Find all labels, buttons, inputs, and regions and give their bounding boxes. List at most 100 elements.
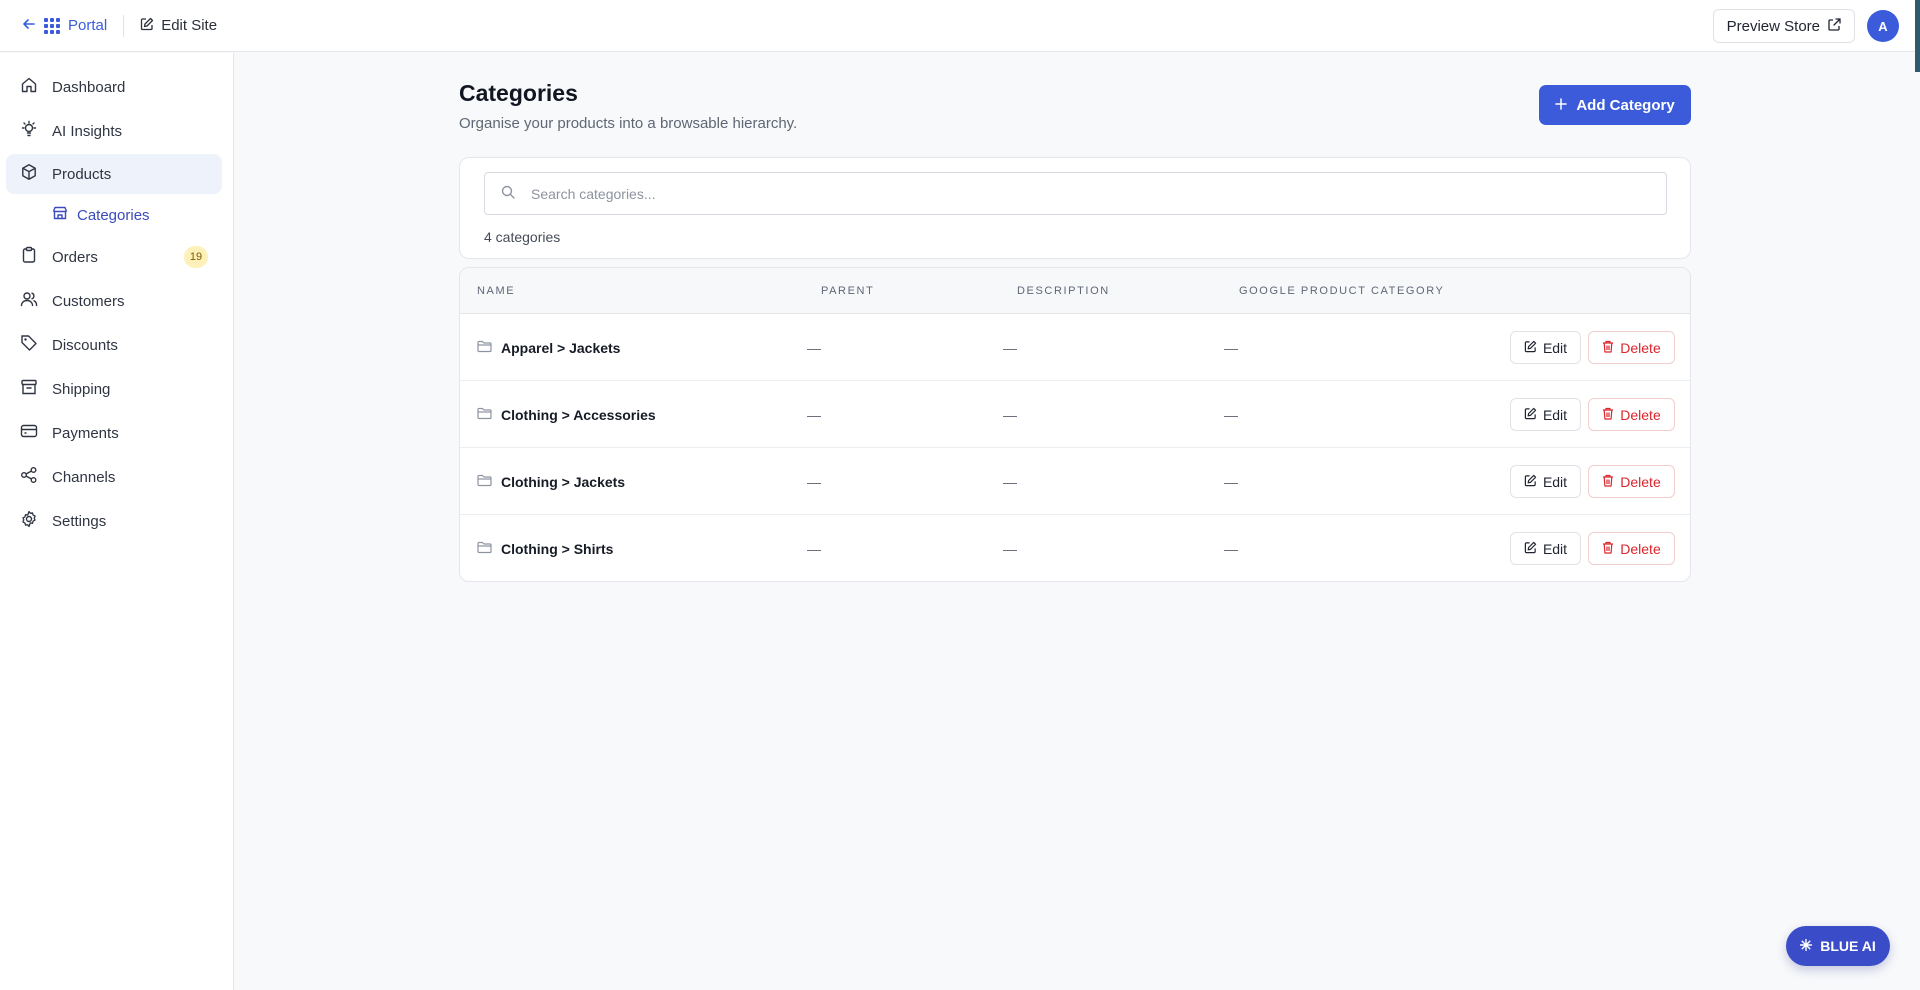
category-name: Clothing > Jackets <box>501 473 626 490</box>
google-category-cell: — <box>1224 473 1238 490</box>
apps-grid-icon <box>44 17 60 34</box>
column-header-google-category: Google Product Category <box>1239 285 1445 297</box>
google-category-cell: — <box>1224 339 1238 356</box>
folder-icon <box>477 407 492 423</box>
table-row: Clothing > Shirts — — — Edit Delete <box>460 515 1690 581</box>
folder-icon <box>477 340 492 356</box>
search-card: 4 categories <box>459 157 1691 259</box>
sidebar-item-dashboard[interactable]: Dashboard <box>6 67 222 107</box>
column-header-description: Description <box>1017 285 1110 297</box>
edit-icon <box>1524 474 1537 490</box>
blue-ai-label: BLUE AI <box>1820 938 1876 954</box>
sidebar-item-label: Discounts <box>52 336 118 354</box>
delete-button[interactable]: Delete <box>1588 398 1675 431</box>
delete-label: Delete <box>1620 339 1661 356</box>
table-row: Clothing > Jackets — — — Edit Delete <box>460 448 1690 515</box>
preview-store-label: Preview Store <box>1726 17 1820 35</box>
orders-count-badge: 19 <box>184 246 208 268</box>
sidebar-item-label: Shipping <box>52 380 111 398</box>
parent-cell: — <box>807 339 821 356</box>
sidebar-item-label: Payments <box>52 424 119 442</box>
edit-button[interactable]: Edit <box>1510 398 1581 431</box>
google-category-cell: — <box>1224 540 1238 557</box>
blue-ai-assistant-button[interactable]: BLUE AI <box>1786 926 1890 966</box>
category-name: Clothing > Accessories <box>501 406 656 423</box>
sidebar-item-products[interactable]: Products <box>6 154 222 194</box>
name-cell: Clothing > Shirts <box>477 515 614 581</box>
sidebar-item-shipping[interactable]: Shipping <box>6 369 222 409</box>
add-category-label: Add Category <box>1576 96 1675 114</box>
folder-icon <box>477 474 492 490</box>
search-input[interactable] <box>531 185 1631 202</box>
search-box[interactable] <box>484 172 1667 215</box>
page-subtitle: Organise your products into a browsable … <box>459 115 798 132</box>
delete-label: Delete <box>1620 540 1661 557</box>
sidebar: Dashboard AI Insights Products Categorie… <box>0 53 234 990</box>
edit-label: Edit <box>1542 406 1568 423</box>
plus-icon <box>1555 97 1568 114</box>
edit-site-button[interactable]: Edit Site <box>140 17 217 35</box>
sidebar-item-ai-insights[interactable]: AI Insights <box>6 111 222 151</box>
table-header: Name Parent Description Google Product C… <box>460 268 1690 314</box>
name-cell: Clothing > Accessories <box>477 381 656 448</box>
table-row: Apparel > Jackets — — — Edit Delete <box>460 314 1690 381</box>
trash-icon <box>1602 541 1614 557</box>
sidebar-item-label: Customers <box>52 292 125 310</box>
folder-icon <box>477 541 492 557</box>
sidebar-subitem-categories[interactable]: Categories <box>52 202 150 228</box>
table-row: Clothing > Accessories — — — Edit Delete <box>460 381 1690 448</box>
store-icon <box>52 206 68 224</box>
sidebar-item-orders[interactable]: Orders 19 <box>6 237 222 277</box>
page-title: Categories <box>459 80 578 106</box>
parent-cell: — <box>807 540 821 557</box>
edit-icon <box>1524 541 1537 557</box>
archive-icon <box>20 378 38 400</box>
edit-button[interactable]: Edit <box>1510 331 1581 364</box>
portal-link[interactable]: Portal <box>22 17 107 35</box>
scrollbar-thumb[interactable] <box>1915 0 1920 72</box>
sidebar-item-discounts[interactable]: Discounts <box>6 325 222 365</box>
parent-cell: — <box>807 406 821 423</box>
edit-label: Edit <box>1542 473 1568 490</box>
delete-button[interactable]: Delete <box>1588 532 1675 565</box>
sidebar-item-label: Dashboard <box>52 78 126 96</box>
sidebar-item-label: Products <box>52 165 112 183</box>
categories-table: Name Parent Description Google Product C… <box>459 267 1691 582</box>
external-link-icon <box>1828 17 1841 35</box>
description-cell: — <box>1003 540 1017 557</box>
edit-button[interactable]: Edit <box>1510 465 1581 498</box>
category-name: Clothing > Shirts <box>501 540 614 557</box>
edit-site-label: Edit Site <box>161 17 218 34</box>
sidebar-item-settings[interactable]: Settings <box>6 501 222 541</box>
parent-cell: — <box>807 473 821 490</box>
preview-store-button[interactable]: Preview Store <box>1712 9 1855 43</box>
lightbulb-icon <box>20 120 38 142</box>
sidebar-item-customers[interactable]: Customers <box>6 281 222 321</box>
edit-label: Edit <box>1542 540 1568 557</box>
name-cell: Clothing > Jackets <box>477 448 625 515</box>
delete-button[interactable]: Delete <box>1588 331 1675 364</box>
sidebar-item-payments[interactable]: Payments <box>6 413 222 453</box>
sidebar-item-label: AI Insights <box>52 122 123 140</box>
trash-icon <box>1602 407 1614 423</box>
sidebar-item-channels[interactable]: Channels <box>6 457 222 497</box>
topbar-divider <box>123 14 125 37</box>
edit-icon <box>1524 407 1537 423</box>
edit-button[interactable]: Edit <box>1510 532 1581 565</box>
add-category-button[interactable]: Add Category <box>1539 85 1691 125</box>
tag-icon <box>20 334 38 356</box>
edit-icon <box>1524 340 1537 356</box>
clipboard-icon <box>20 246 38 268</box>
edit-icon <box>140 17 154 35</box>
name-cell: Apparel > Jackets <box>477 314 620 381</box>
arrow-left-icon <box>22 17 36 35</box>
users-icon <box>20 290 38 312</box>
home-icon <box>20 76 38 98</box>
box-icon <box>20 163 38 185</box>
avatar[interactable]: A <box>1867 10 1899 42</box>
column-header-parent: Parent <box>821 285 875 297</box>
delete-label: Delete <box>1620 473 1661 490</box>
credit-card-icon <box>20 422 38 444</box>
sidebar-subitem-label: Categories <box>77 206 150 224</box>
delete-button[interactable]: Delete <box>1588 465 1675 498</box>
